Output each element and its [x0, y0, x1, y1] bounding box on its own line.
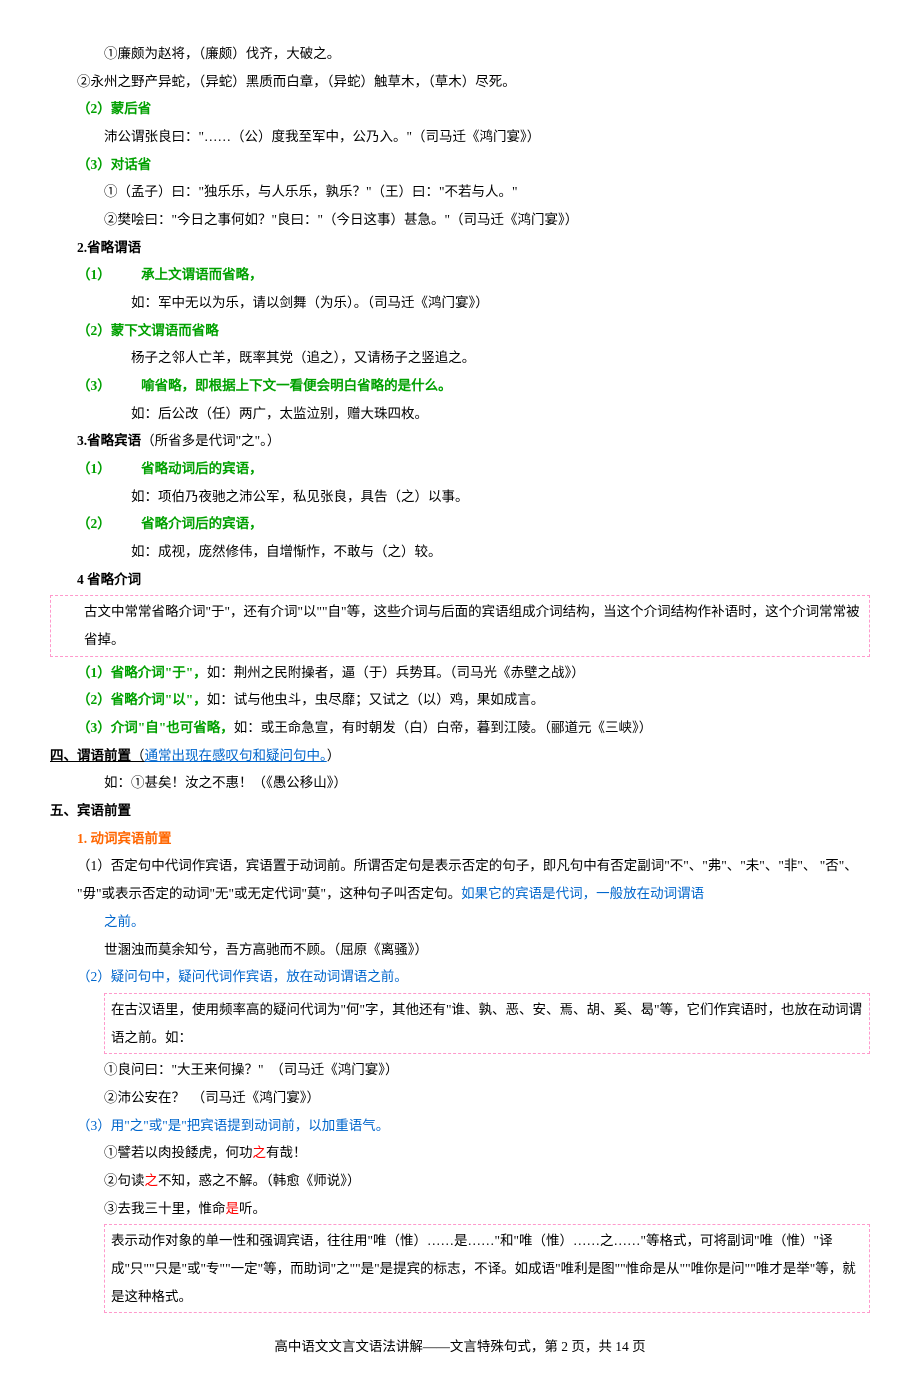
text-line: ①廉颇为赵将，（廉颇）伐齐，大破之。: [50, 40, 870, 68]
text-line: ②永州之野产异蛇，（异蛇）黑质而白章，（异蛇）触草木，（草木）尽死。: [50, 68, 870, 96]
subheading: （3） 喻省略，即根据上下文一看便会明白省略的是什么。: [50, 372, 870, 400]
note: 之前。: [104, 914, 145, 929]
text-line: ①譬若以肉投餧虎，何功之有哉！: [50, 1139, 870, 1167]
text-line: （2）省略介词"以"，如：试与他虫斗，虫尽靡；又试之（以）鸡，果如成言。: [50, 686, 870, 714]
heading: 四、谓语前置（通常出现在感叹句和疑问句中。）: [50, 742, 870, 770]
text-line: 在古汉语里，使用频率高的疑问代词为"何"字，其他还有"谁、孰、恶、安、焉、胡、奚…: [111, 996, 863, 1051]
callout-box: 在古汉语里，使用频率高的疑问代词为"何"字，其他还有"谁、孰、恶、安、焉、胡、奚…: [104, 993, 870, 1054]
text-line: 世溷浊而莫余知兮，吾方高驰而不顾。（屈原《离骚》）: [50, 936, 870, 964]
heading: 2.省略谓语: [50, 234, 870, 262]
subheading: （2）蒙后省: [50, 95, 870, 123]
heading: 3.省略宾语（所省多是代词"之"。）: [50, 427, 870, 455]
text-line: ②沛公安在？ （司马迁《鸿门宴》）: [50, 1084, 870, 1112]
emphasis: 之: [253, 1145, 267, 1160]
text-line: 如：成视，庞然修伟，自增惭怍，不敢与（之）较。: [50, 538, 870, 566]
text-line: 古文中常常省略介词"于"，还有介词"以""自"等，这些介词与后面的宾语组成介词结…: [57, 598, 863, 653]
text-line: 如：后公改（任）两广，太监泣别，赠大珠四枚。: [50, 400, 870, 428]
subheading: （3）用"之"或"是"把宾语提到动词前，以加重语气。: [50, 1112, 870, 1140]
label: （1）省略介词"于"，: [77, 665, 207, 680]
text: 如：试与他虫斗，虫尽靡；又试之（以）鸡，果如成言。: [207, 692, 545, 707]
text-line: 如：项伯乃夜驰之沛公军，私见张良，具告（之）以事。: [50, 483, 870, 511]
subheading: （1） 省略动词后的宾语，: [50, 455, 870, 483]
text-line: （3）介词"自"也可省略，如：或王命急宣，有时朝发（白）白帝，暮到江陵。（郦道元…: [50, 714, 870, 742]
text-line: ①（孟子）曰："独乐乐，与人乐乐，孰乐？"（王）曰："不若与人。": [50, 178, 870, 206]
text-line: 如：①甚矣！汝之不惠！（《愚公移山》）: [50, 769, 870, 797]
heading: 五、宾语前置: [50, 797, 870, 825]
text: 有哉！: [266, 1145, 307, 1160]
text-line: 杨子之邻人亡羊，既率其党（追之），又请杨子之竖追之。: [50, 344, 870, 372]
note: 如果它的宾语是代词，一般放在动词谓语: [461, 886, 704, 901]
label: （3）: [77, 378, 111, 393]
label-text: 喻省略，即根据上下文一看便会明白省略的是什么。: [141, 378, 452, 393]
label: （2）省略介词"以"，: [77, 692, 207, 707]
emphasis: 之: [145, 1173, 159, 1188]
text: ①譬若以肉投餧虎，何功: [104, 1145, 253, 1160]
text: ③去我三十里，惟命: [104, 1201, 226, 1216]
text-line: ②句读之不知，惑之不解。（韩愈《师说》）: [50, 1167, 870, 1195]
label: （1）: [77, 267, 111, 282]
emphasis: 是: [226, 1201, 240, 1216]
text: 听。: [239, 1201, 266, 1216]
page-footer: 高中语文文言文语法讲解——文言特殊句式，第 2 页，共 14 页: [50, 1333, 870, 1361]
heading-note: （所省多是代词"之"。）: [141, 433, 280, 448]
label-text: 承上文谓语而省略，: [141, 267, 263, 282]
label: （2）: [77, 516, 111, 531]
text-line: 表示动作对象的单一性和强调宾语，往往用"唯（惟）……是……"和"唯（惟）……之……: [111, 1227, 863, 1310]
text-line: ③去我三十里，惟命是听。: [50, 1195, 870, 1223]
subheading: （1） 承上文谓语而省略，: [50, 261, 870, 289]
text-line: （1）省略介词"于"，如：荆州之民附操者，逼（于）兵势耳。（司马光《赤壁之战》）: [50, 659, 870, 687]
text: 不知，惑之不解。（韩愈《师说》）: [158, 1173, 361, 1188]
heading-text: 3.省略宾语: [77, 433, 141, 448]
subheading: （2）蒙下文谓语而省略: [50, 317, 870, 345]
text-line: 之前。: [50, 908, 870, 936]
paren: （: [131, 748, 145, 763]
text: 如：或王命急宣，有时朝发（白）白帝，暮到江陵。（郦道元《三峡》）: [234, 720, 653, 735]
label-text: 省略动词后的宾语，: [141, 461, 263, 476]
text-line: ①良问曰："大王来何操？" （司马迁《鸿门宴》）: [50, 1056, 870, 1084]
paren: ）: [327, 748, 341, 763]
note: 通常出现在感叹句和疑问句中。: [145, 748, 327, 763]
text-line: 沛公谓张良曰："……（公）度我至军中，公乃入。"（司马迁《鸿门宴》）: [50, 123, 870, 151]
subheading: （3）对话省: [50, 151, 870, 179]
text-line: 如：军中无以为乐，请以剑舞（为乐）。（司马迁《鸿门宴》）: [50, 289, 870, 317]
text: 如：荆州之民附操者，逼（于）兵势耳。（司马光《赤壁之战》）: [207, 665, 585, 680]
text-line: （1）否定句中代词作宾语，宾语置于动词前。所谓否定句是表示否定的句子，即凡句中有…: [50, 852, 870, 907]
heading-text: 四、谓语前置: [50, 748, 131, 763]
subheading: （2） 省略介词后的宾语，: [50, 510, 870, 538]
subheading: （2）疑问句中，疑问代词作宾语，放在动词谓语之前。: [50, 963, 870, 991]
callout-box: 表示动作对象的单一性和强调宾语，往往用"唯（惟）……是……"和"唯（惟）……之……: [104, 1224, 870, 1313]
label: （1）: [77, 461, 111, 476]
subheading: 1. 动词宾语前置: [50, 825, 870, 853]
label: （3）介词"自"也可省略，: [77, 720, 234, 735]
text-line: ②樊哙曰："今日之事何如？"良曰："（今日这事）甚急。"（司马迁《鸿门宴》）: [50, 206, 870, 234]
text: ②句读: [104, 1173, 145, 1188]
heading: 4 省略介词: [50, 566, 870, 594]
callout-box: 古文中常常省略介词"于"，还有介词"以""自"等，这些介词与后面的宾语组成介词结…: [50, 595, 870, 656]
label-text: 省略介词后的宾语，: [141, 516, 263, 531]
